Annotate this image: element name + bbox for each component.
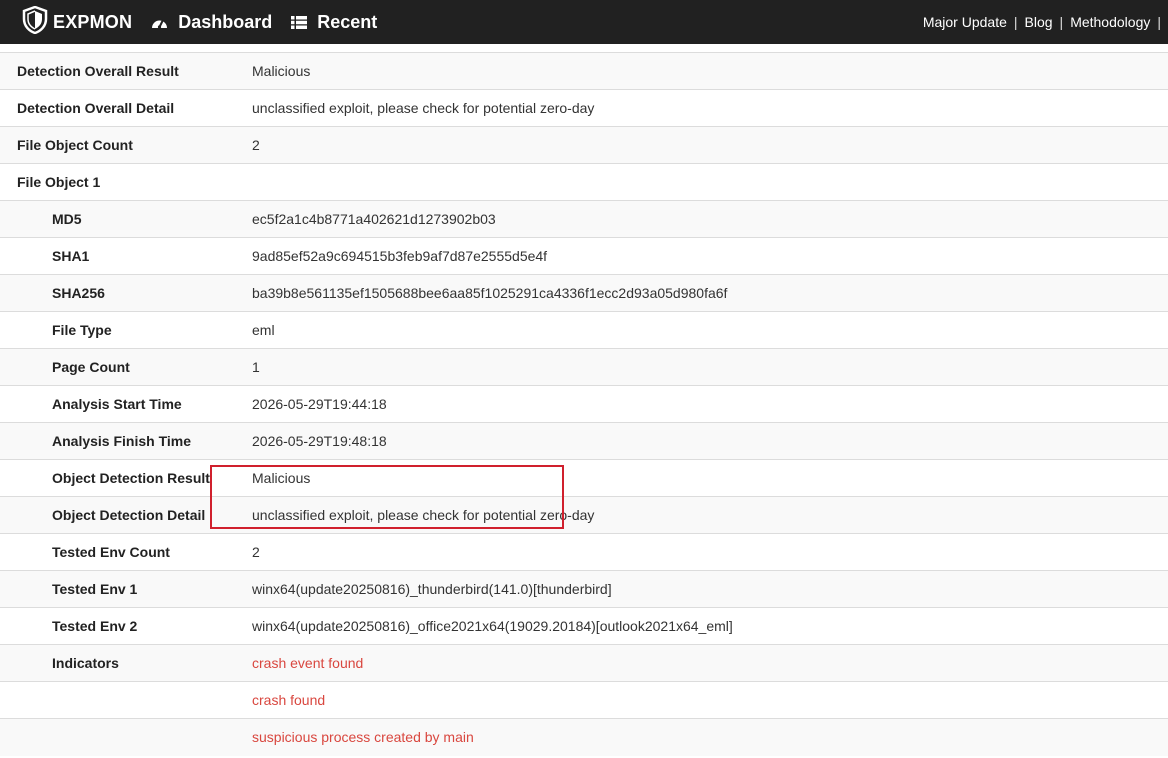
nav-recent[interactable]: Recent <box>291 12 377 33</box>
table-row: Tested Env 2 winx64(update20250816)_offic… <box>0 607 1168 645</box>
major-update-link[interactable]: Major Update <box>923 14 1007 30</box>
row-value: 1 <box>252 359 260 375</box>
nav-dashboard[interactable]: Dashboard <box>151 12 272 33</box>
table-row: Detection Overall Result Malicious <box>0 52 1168 90</box>
link-separator: | <box>1013 14 1018 30</box>
row-key <box>0 682 252 719</box>
top-navbar: EXPMON Dashboard Recent Major Update | B… <box>0 0 1168 44</box>
row-key: Object Detection Detail <box>52 507 206 523</box>
row-key: Tested Env 2 <box>52 618 138 634</box>
table-row: SHA1 9ad85ef52a9c694515b3feb9af7d87e2555d… <box>0 237 1168 275</box>
row-value: Malicious <box>252 470 311 486</box>
row-key: SHA1 <box>52 248 90 264</box>
row-value: 2 <box>252 544 260 560</box>
row-value: unclassified exploit, please check for p… <box>252 100 595 116</box>
row-key: Object Detection Result <box>52 470 210 486</box>
indicator-value: crash found <box>252 692 326 708</box>
nav-recent-label: Recent <box>317 11 378 32</box>
table-row: File Object Count 2 <box>0 126 1168 164</box>
link-separator: | <box>1059 14 1064 30</box>
table-row: crash found <box>0 681 1168 719</box>
row-value: 2 <box>252 137 260 153</box>
row-value: ec5f2a1c4b8771a402621d1273902b03 <box>252 211 496 227</box>
row-value: ba39b8e561135ef1505688bee6aa85f1025291ca… <box>252 285 728 301</box>
indicator-value: suspicious process created by main <box>252 729 474 746</box>
row-key: Tested Env Count <box>52 544 170 560</box>
row-key: SHA256 <box>52 285 105 301</box>
row-key: Indicators <box>52 655 119 671</box>
table-row: File Type eml <box>0 311 1168 349</box>
table-row: suspicious process created by main <box>0 718 1168 756</box>
table-row: Tested Env Count 2 <box>0 533 1168 571</box>
shield-logo-icon <box>22 5 48 39</box>
header-links: Major Update | Blog | Methodology | <box>923 0 1168 44</box>
table-row: File Object 1 <box>0 163 1168 201</box>
row-key: Analysis Start Time <box>52 396 182 412</box>
brand-name: EXPMON <box>53 11 133 32</box>
list-icon <box>291 15 308 29</box>
row-value: winx64(update20250816)_thunderbird(141.0… <box>252 581 612 597</box>
row-key <box>0 719 252 756</box>
table-row: Object Detection Detail unclassified expl… <box>0 496 1168 534</box>
row-value: eml <box>252 322 275 338</box>
table-row: Indicators crash event found <box>0 644 1168 682</box>
table-top-spacer <box>0 44 1168 52</box>
row-value: 9ad85ef52a9c694515b3feb9af7d87e2555d5e4f <box>252 248 548 264</box>
link-separator: | <box>1157 14 1161 30</box>
row-value: winx64(update20250816)_office2021x64(190… <box>252 618 733 634</box>
row-key: Detection Overall Result <box>17 63 179 79</box>
row-key: Detection Overall Detail <box>17 100 175 116</box>
row-key: File Object 1 <box>17 174 101 190</box>
row-key: MD5 <box>52 211 82 227</box>
row-key: Tested Env 1 <box>52 581 138 597</box>
table-row: Object Detection Result Malicious <box>0 459 1168 497</box>
nav-dashboard-label: Dashboard <box>178 11 273 32</box>
table-row: Analysis Start Time 2026-05-29T19:44:18 <box>0 385 1168 423</box>
row-key: File Object Count <box>17 137 133 153</box>
row-key: File Type <box>52 322 112 338</box>
blog-link[interactable]: Blog <box>1025 14 1053 30</box>
row-value: Malicious <box>252 63 311 79</box>
table-row: Detection Overall Detail unclassified exp… <box>0 89 1168 127</box>
brand-link[interactable]: EXPMON <box>22 5 133 39</box>
row-key: Analysis Finish Time <box>52 433 192 449</box>
table-row: MD5 ec5f2a1c4b8771a402621d1273902b03 <box>0 200 1168 238</box>
row-key: Page Count <box>52 359 130 375</box>
table-row: Tested Env 1 winx64(update20250816)_thund… <box>0 570 1168 608</box>
table-row: SHA256 ba39b8e561135ef1505688bee6aa85f102… <box>0 274 1168 312</box>
row-value: unclassified exploit, please check for p… <box>252 507 595 523</box>
dashboard-gauge-icon <box>151 15 168 29</box>
row-value: 2026-05-29T19:44:18 <box>252 396 387 412</box>
table-row: Analysis Finish Time 2026-05-29T19:48:18 <box>0 422 1168 460</box>
indicator-value: crash event found <box>252 655 364 671</box>
detection-report-table: Detection Overall Result Malicious Detect… <box>0 52 1168 756</box>
table-row: Page Count 1 <box>0 348 1168 386</box>
row-value <box>252 164 1168 201</box>
row-value: 2026-05-29T19:48:18 <box>252 433 387 449</box>
methodology-link[interactable]: Methodology <box>1070 14 1150 30</box>
